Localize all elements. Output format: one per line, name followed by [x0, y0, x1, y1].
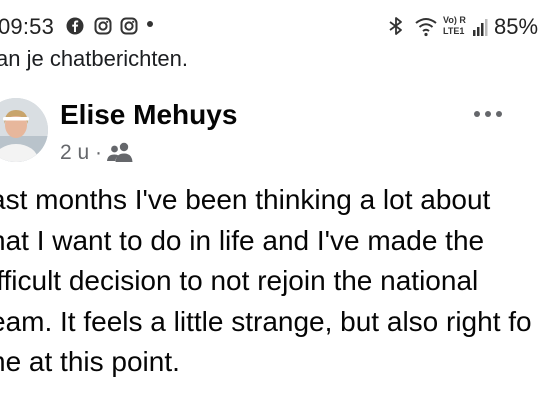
post-text: ast months I've been thinking a lot abou…	[0, 180, 546, 383]
post-text-line: ast months I've been thinking a lot abou…	[0, 184, 491, 215]
volte-label: Vo) R	[443, 15, 466, 25]
instagram-icon	[120, 17, 138, 35]
wifi-icon	[415, 18, 437, 37]
signal-icon	[473, 19, 488, 36]
lte-label: LTE1	[443, 26, 465, 36]
post-text-line: hat I want to do in life and I've made t…	[0, 224, 485, 256]
post-text-line: ifficult decision to not rejoin the nati…	[0, 265, 479, 296]
notification-text[interactable]: an je chatberichten.	[0, 46, 188, 72]
avatar[interactable]	[0, 98, 48, 162]
profile-photo	[0, 98, 48, 162]
post-time[interactable]: 2 u ·	[60, 141, 102, 165]
post-text-line: ne at this point.	[0, 346, 180, 377]
facebook-icon	[66, 17, 84, 35]
post-text-line: eam. It feels a little strange, but also…	[0, 305, 532, 337]
battery-percentage: 85%	[494, 14, 539, 39]
friends-icon[interactable]	[106, 141, 134, 163]
status-time: 09:53	[0, 14, 55, 39]
author-name[interactable]: Elise Mehuys	[60, 99, 237, 131]
notification-dot	[147, 21, 153, 27]
more-options-icon[interactable]	[472, 103, 506, 125]
bluetooth-icon	[389, 17, 402, 35]
instagram-icon	[94, 17, 112, 35]
